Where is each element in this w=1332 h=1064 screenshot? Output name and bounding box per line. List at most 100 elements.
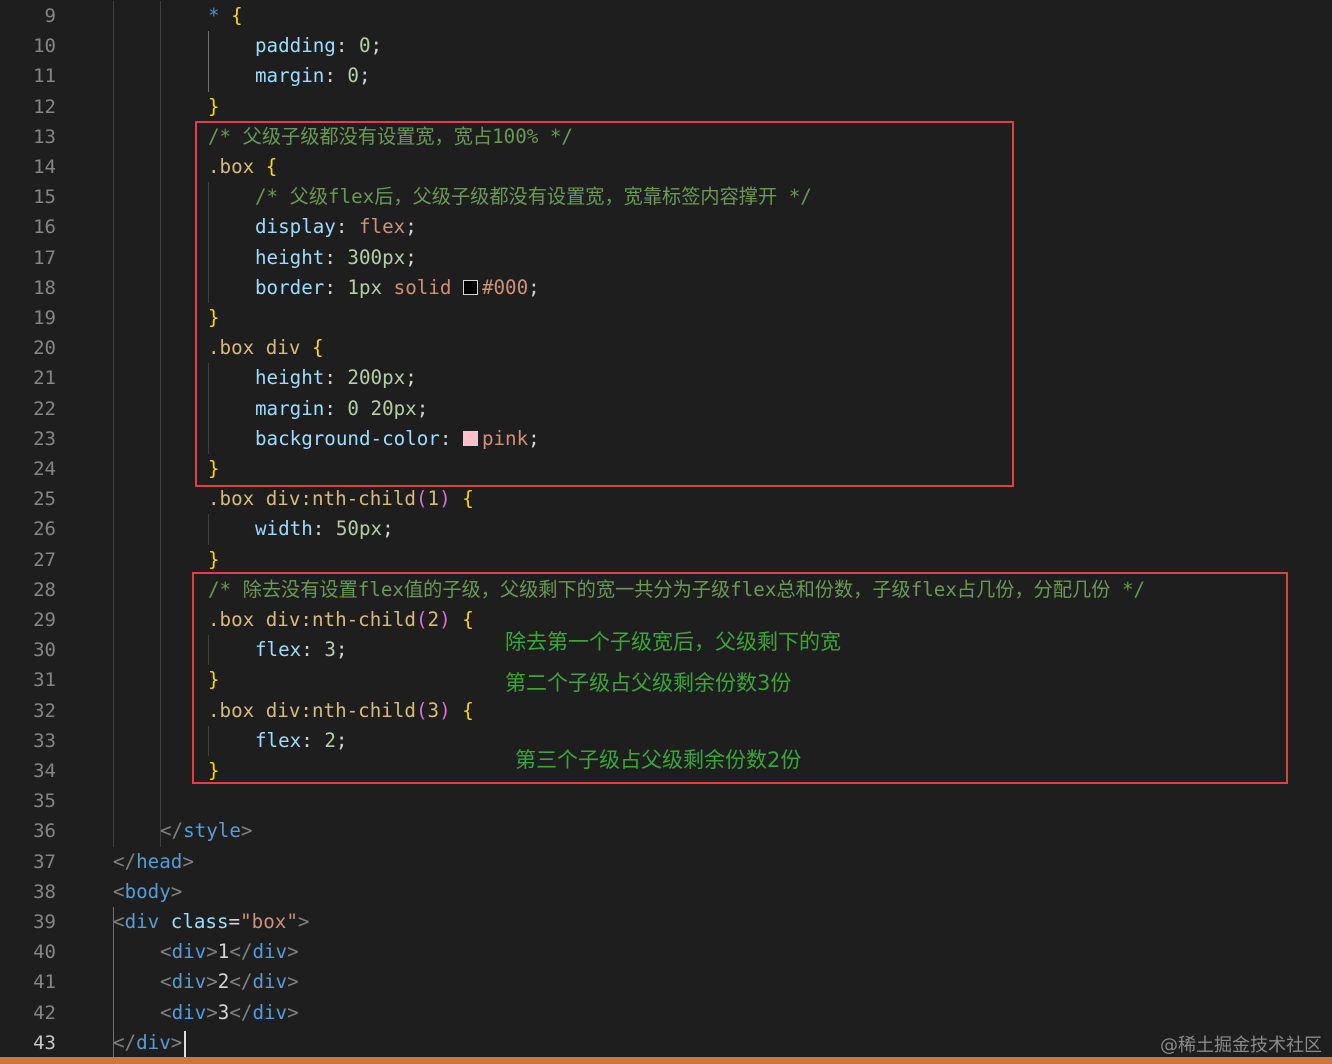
- code-token: >: [182, 849, 194, 873]
- code-token: div: [252, 940, 288, 964]
- line-number: 14: [33, 156, 56, 178]
- code-text: <div>1</div>: [160, 937, 299, 967]
- code-token: </: [229, 940, 253, 964]
- line-number: 36: [33, 820, 56, 843]
- line-number: 10: [33, 35, 56, 58]
- annotation-child2-share: 第二个子级占父级剩余份数3份: [505, 671, 792, 695]
- line-number: 15: [33, 186, 56, 209]
- code-token: </: [160, 819, 184, 843]
- line-number: 23: [33, 427, 56, 450]
- code-token: </: [229, 1000, 253, 1024]
- code-line[interactable]: 12}: [0, 92, 1332, 122]
- line-number: 39: [33, 911, 56, 933]
- line-number: 22: [33, 397, 56, 420]
- code-token: >: [170, 879, 183, 903]
- line-number: 9: [44, 5, 56, 27]
- code-line[interactable]: 27}: [0, 545, 1332, 575]
- code-text: }: [208, 545, 220, 575]
- code-editor[interactable]: 9 * {10 padding: 0; 11 margin: 0; 12} 13/* 父级子…: [0, 0, 1332, 1064]
- code-token: >: [287, 1000, 299, 1024]
- line-number: 21: [33, 367, 56, 390]
- bottom-edge-bar: [0, 1057, 1332, 1064]
- line-number: 43: [33, 1031, 56, 1054]
- code-text: * {: [208, 1, 243, 31]
- code-token: <: [160, 940, 172, 964]
- code-token: >: [287, 940, 299, 964]
- line-number: 19: [33, 307, 56, 329]
- code-token: margin: [255, 64, 325, 88]
- code-token: div: [124, 910, 171, 933]
- line-number: 26: [33, 518, 56, 541]
- code-token: 2: [217, 970, 230, 994]
- code-token: 1: [217, 940, 230, 964]
- code-line[interactable]: 41 <div>2</div>: [0, 967, 1332, 997]
- code-text: <div class="box">: [113, 907, 309, 937]
- code-token: >: [287, 970, 299, 994]
- code-token: {: [462, 487, 474, 511]
- code-token: 50px: [335, 517, 383, 541]
- code-token: ;: [358, 64, 371, 88]
- code-line[interactable]: 42 <div>3</div>: [0, 998, 1332, 1028]
- code-token: 1: [427, 487, 440, 511]
- line-number: 12: [33, 95, 56, 118]
- code-token: .box div:nth-child: [208, 487, 416, 511]
- code-line[interactable]: 11 margin: 0;: [0, 61, 1332, 91]
- code-line[interactable]: 37 </head>: [0, 847, 1332, 877]
- code-text: width: 50px;: [255, 514, 394, 544]
- highlight-box-box-rules: [195, 121, 1014, 487]
- code-token: body: [124, 879, 171, 903]
- line-number: 31: [33, 669, 56, 692]
- code-token: :: [335, 34, 359, 58]
- line-number: 34: [33, 760, 56, 782]
- code-token: div: [252, 970, 288, 994]
- code-token: >: [240, 819, 253, 843]
- code-text: margin: 0;: [255, 61, 371, 91]
- code-token: div: [136, 1030, 171, 1054]
- code-token: <: [160, 1000, 172, 1024]
- code-line[interactable]: 38 <body>: [0, 877, 1332, 907]
- code-token: }: [208, 94, 220, 118]
- code-token: 0: [358, 34, 371, 58]
- code-text: <div>3</div>: [160, 998, 299, 1028]
- line-number: 37: [33, 850, 56, 873]
- code-line[interactable]: 26 width: 50px;: [0, 514, 1332, 544]
- code-line[interactable]: 9 * {: [0, 1, 1332, 31]
- line-number: 16: [33, 216, 56, 239]
- line-number: 30: [33, 639, 56, 662]
- code-token: (: [415, 487, 428, 511]
- code-line[interactable]: 10 padding: 0;: [0, 31, 1332, 61]
- line-number: 27: [33, 548, 56, 571]
- code-token: <: [113, 879, 125, 903]
- code-token: <: [113, 910, 125, 933]
- watermark: @稀土掘金技术社区: [1160, 1035, 1322, 1056]
- code-token: =: [228, 910, 241, 933]
- text-cursor: [184, 1031, 186, 1057]
- code-line[interactable]: 35: [0, 786, 1332, 816]
- code-text: </div>: [113, 1028, 182, 1058]
- code-line[interactable]: 36 </style>: [0, 816, 1332, 846]
- code-token: div: [171, 970, 207, 994]
- annotation-remaining-width: 除去第一个子级宽后，父级剩下的宽: [505, 630, 841, 654]
- code-token: *: [208, 4, 232, 27]
- line-number: 35: [33, 790, 56, 813]
- code-token: :: [324, 64, 348, 88]
- code-token: </: [229, 970, 253, 994]
- code-token: 3: [217, 1000, 230, 1024]
- code-token: padding: [255, 34, 336, 58]
- code-token: div: [171, 940, 207, 964]
- line-number: 42: [33, 1001, 56, 1024]
- code-token: {: [231, 4, 243, 27]
- code-line[interactable]: 40 <div>1</div>: [0, 937, 1332, 967]
- annotation-child3-share: 第三个子级占父级剩余份数2份: [515, 748, 802, 772]
- code-line[interactable]: 25 .box div:nth-child(1) {: [0, 484, 1332, 514]
- code-line[interactable]: 43 </div>: [0, 1028, 1332, 1058]
- code-token: "box": [240, 910, 298, 933]
- code-token: ): [439, 487, 451, 511]
- line-number: 25: [33, 488, 56, 511]
- code-text: <body>: [113, 877, 182, 907]
- code-line[interactable]: 39 <div class="box">: [0, 907, 1332, 937]
- line-number: 13: [33, 125, 56, 148]
- code-token: >: [206, 970, 218, 994]
- code-text: </style>: [160, 816, 252, 846]
